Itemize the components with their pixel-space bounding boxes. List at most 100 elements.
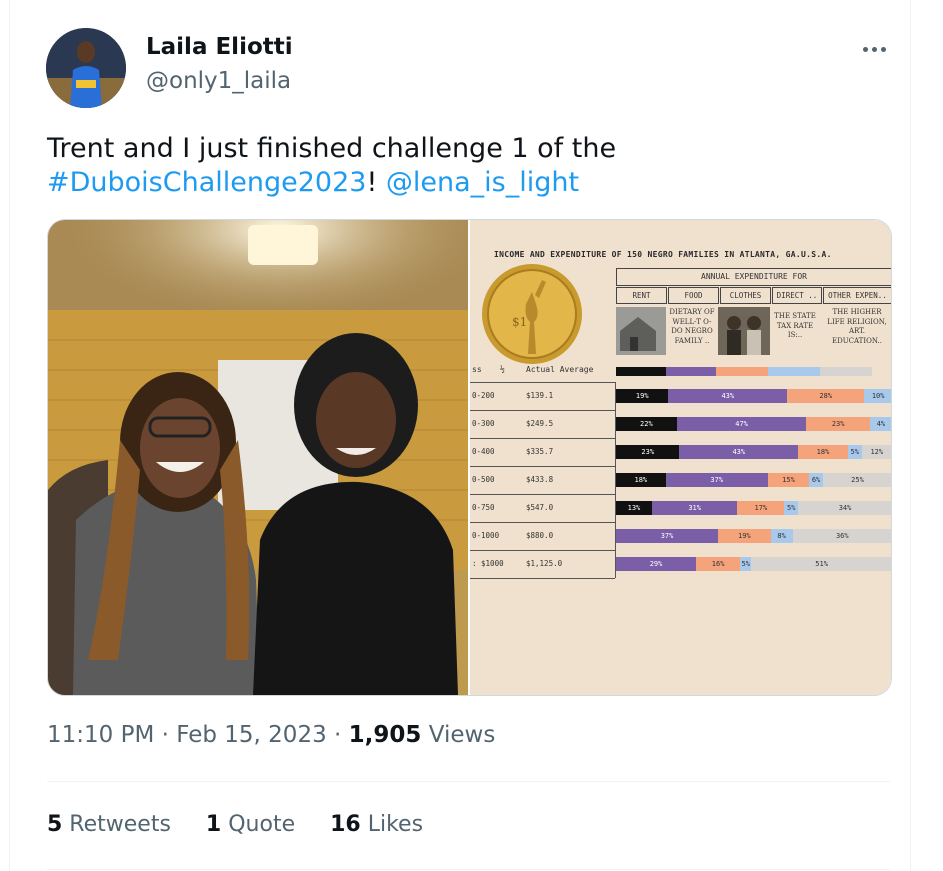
more-dot xyxy=(881,47,886,52)
selfie-photo[interactable] xyxy=(48,220,468,695)
hashtag-link[interactable]: #DuboisChallenge2023 xyxy=(47,167,366,198)
key-direct xyxy=(768,367,820,376)
bar-segment-food: 43% xyxy=(668,389,788,403)
tweet-card: Laila Eliotti @only1_laila Trent and I j… xyxy=(9,0,911,871)
food-description: DIETARY OF WELL-T O-DO NEGRO FAMILY .. xyxy=(669,308,715,345)
color-key xyxy=(616,367,872,376)
bar-segment-food: 29% xyxy=(616,557,697,571)
divider xyxy=(47,781,890,782)
meta-separator: · xyxy=(326,722,349,748)
expenditure-bar: 22% 47% 23% 4% xyxy=(616,417,891,431)
bar-segment-rent: 22% xyxy=(616,417,677,431)
tweet-text-part: Trent and I just finished challenge 1 of… xyxy=(47,133,617,164)
bar-segment-food: 43% xyxy=(679,445,799,459)
row-class-label: : $1000 xyxy=(472,559,504,568)
mention-link[interactable]: @lena_is_light xyxy=(386,167,579,198)
bar-segment-other: 51% xyxy=(751,557,891,571)
bar-segment-other: 36% xyxy=(792,529,891,543)
row-average-label: $139.1 xyxy=(526,391,554,400)
key-food xyxy=(666,367,716,376)
expenditure-bar: 19% 43% 28% 10% xyxy=(616,389,891,403)
quotes-count: 1 xyxy=(205,812,222,837)
bar-segment-other: 34% xyxy=(798,501,891,515)
bar-segment-clothes: 23% xyxy=(806,417,870,431)
retweets-stat[interactable]: 5 Retweets xyxy=(47,812,171,837)
row-class-label: 0-300 xyxy=(472,419,495,428)
views-label: Views xyxy=(421,722,496,748)
quotes-stat[interactable]: 1 Quote xyxy=(206,812,295,837)
row-average-label: $880.0 xyxy=(526,531,554,540)
tweet-time[interactable]: 11:10 PM xyxy=(47,722,154,748)
dubois-chart-image[interactable]: INCOME AND EXPENDITURE OF 150 NEGRO FAMI… xyxy=(470,220,891,695)
col-half-header: ½ xyxy=(500,365,505,374)
table-rule xyxy=(470,382,615,383)
annual-expenditure-header: ANNUAL EXPENDITURE FOR xyxy=(616,268,891,286)
expenditure-bar: 13% 31% 17% 5% 34% xyxy=(616,501,891,515)
key-clothes xyxy=(716,367,768,376)
bar-segment-direct: 5% xyxy=(784,501,799,515)
table-rule xyxy=(470,550,615,551)
house-photo xyxy=(616,307,666,355)
dollar-coin-image: $1 xyxy=(482,264,582,364)
meta-separator: · xyxy=(154,722,177,748)
bar-segment-other: 25% xyxy=(822,473,891,487)
col-average-header: Actual Average xyxy=(526,365,594,374)
key-other xyxy=(820,367,872,376)
quotes-label: Quote xyxy=(221,812,296,837)
bar-segment-clothes: 16% xyxy=(696,557,741,571)
row-class-label: 0-500 xyxy=(472,475,495,484)
bar-segment-food: 37% xyxy=(616,529,719,543)
table-rule xyxy=(470,466,615,467)
author-name[interactable]: Laila Eliotti xyxy=(146,34,293,60)
likes-label: Likes xyxy=(360,812,424,837)
divider xyxy=(47,869,890,870)
bar-segment-direct: 5% xyxy=(740,557,752,571)
category-other: OTHER EXPEN.. xyxy=(823,287,891,304)
bar-segment-clothes: 28% xyxy=(787,389,865,403)
bar-segment-direct: 4% xyxy=(869,417,891,431)
tweet-meta: 11:10 PM · Feb 15, 2023 · 1,905 Views xyxy=(47,722,495,748)
category-food: FOOD xyxy=(668,287,719,304)
bar-segment-direct: 5% xyxy=(847,445,862,459)
bar-segment-other: 12% xyxy=(861,445,891,459)
tweet-media[interactable]: INCOME AND EXPENDITURE OF 150 NEGRO FAMI… xyxy=(47,219,892,696)
bar-segment-rent: 19% xyxy=(616,389,669,403)
bar-segment-rent: 13% xyxy=(616,501,652,515)
bar-segment-rent: 18% xyxy=(616,473,666,487)
table-rule xyxy=(470,494,615,495)
expenditure-bar: 37% 19% 8% 36% xyxy=(616,529,891,543)
row-class-label: 0-1000 xyxy=(472,531,500,540)
row-average-label: $1,125.0 xyxy=(526,559,563,568)
category-direct: DIRECT .. xyxy=(772,287,822,304)
row-class-label: 0-200 xyxy=(472,391,495,400)
col-class-header: ss xyxy=(472,365,482,374)
views-count: 1,905 xyxy=(348,722,422,748)
more-dot xyxy=(863,47,868,52)
expenditure-bar: 18% 37% 15% 6% 25% xyxy=(616,473,891,487)
chart-title: INCOME AND EXPENDITURE OF 150 NEGRO FAMI… xyxy=(494,250,832,259)
row-average-label: $335.7 xyxy=(526,447,554,456)
tweet-text-part: ! xyxy=(366,167,386,198)
table-rule xyxy=(470,522,615,523)
bar-segment-clothes: 18% xyxy=(798,445,848,459)
row-average-label: $547.0 xyxy=(526,503,554,512)
bar-segment-direct: 10% xyxy=(864,389,891,403)
engagement-stats: 5 Retweets 1 Quote 16 Likes xyxy=(47,812,451,837)
avatar[interactable] xyxy=(46,28,126,108)
tweet-date[interactable]: Feb 15, 2023 xyxy=(176,722,326,748)
likes-stat[interactable]: 16 Likes xyxy=(330,812,423,837)
bar-segment-clothes: 19% xyxy=(718,529,771,543)
table-rule xyxy=(470,438,615,439)
bar-segment-rent: 23% xyxy=(616,445,680,459)
row-average-label: $433.8 xyxy=(526,475,554,484)
bar-segment-clothes: 15% xyxy=(767,473,810,487)
more-dot xyxy=(872,47,877,52)
bar-segment-direct: 6% xyxy=(809,473,823,487)
category-rent: RENT xyxy=(616,287,667,304)
author-handle[interactable]: @only1_laila xyxy=(146,68,291,94)
likes-count: 16 xyxy=(330,812,361,837)
row-class-label: 0-400 xyxy=(472,447,495,456)
more-horizontal-icon[interactable] xyxy=(856,36,892,64)
tax-description: THE STATE TAX RATE IS:.. xyxy=(774,312,816,339)
table-rule xyxy=(470,578,615,579)
